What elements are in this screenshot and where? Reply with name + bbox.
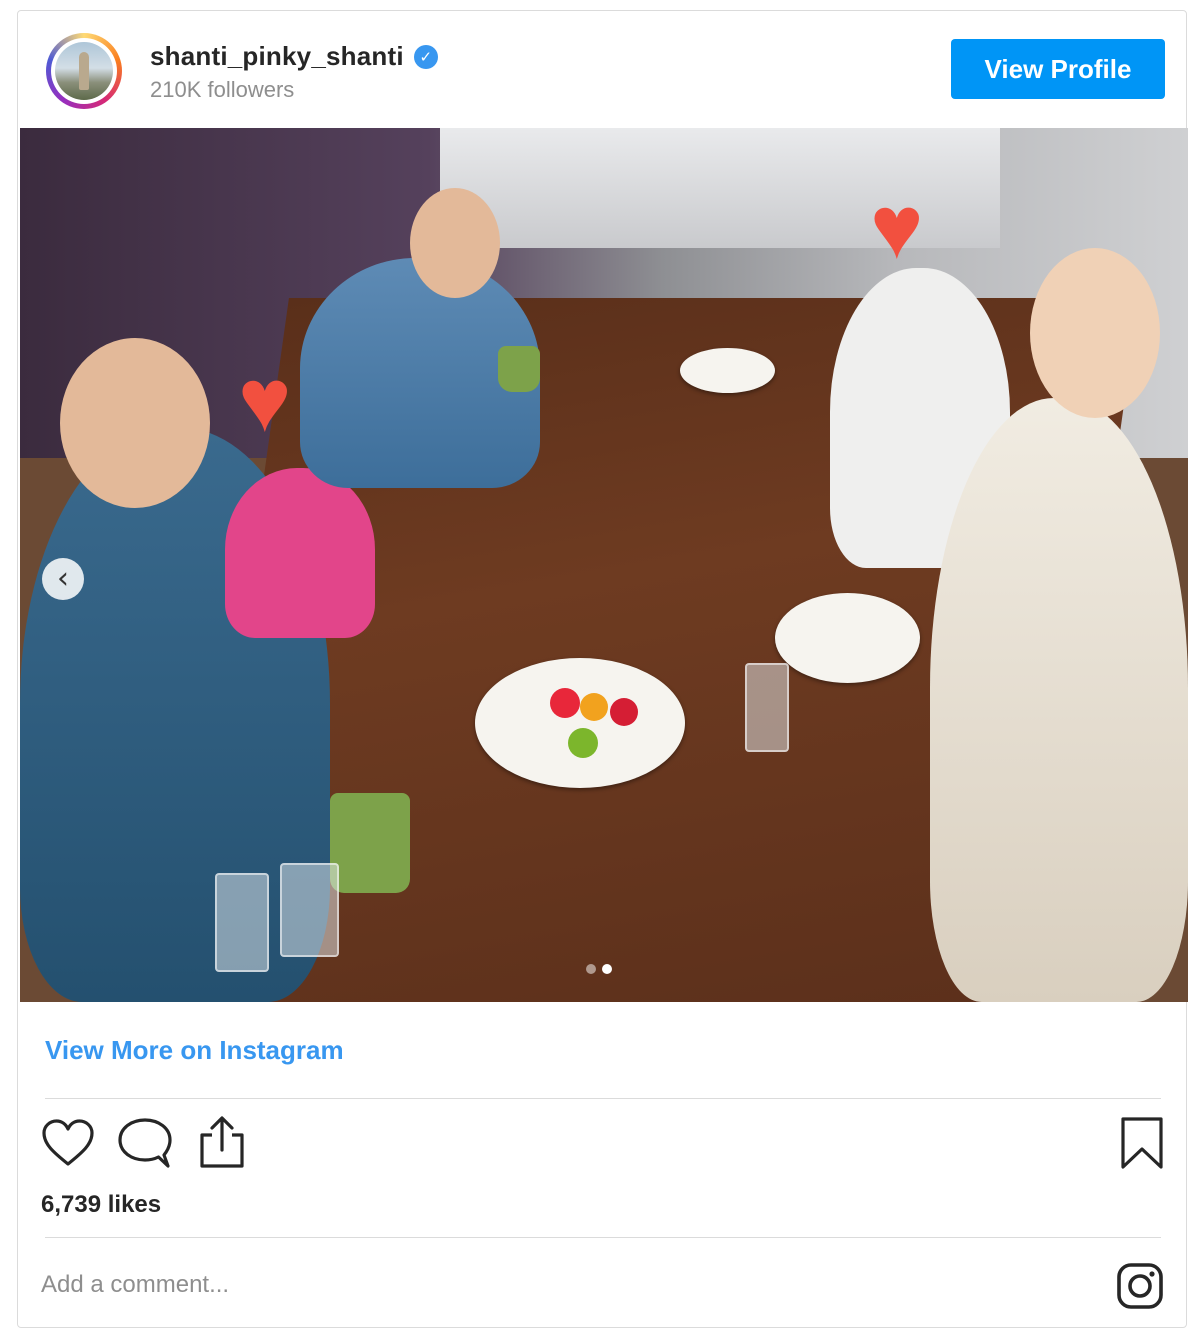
- view-profile-button[interactable]: View Profile: [951, 39, 1165, 99]
- fruit-plate: [475, 658, 685, 788]
- avatar-image: [55, 42, 113, 100]
- post-image[interactable]: ♥ ♥ ‹: [20, 128, 1188, 1002]
- heart-sticker: ♥: [238, 351, 292, 451]
- view-more-link[interactable]: View More on Instagram: [45, 1035, 344, 1066]
- water-glass: [215, 873, 269, 972]
- green-cup: [498, 346, 540, 392]
- carousel-dots: [586, 964, 612, 974]
- heart-icon[interactable]: [41, 1118, 95, 1168]
- share-icon[interactable]: [198, 1115, 246, 1169]
- like-count: 6,739 likes: [41, 1191, 162, 1218]
- carousel-prev-button[interactable]: ‹: [42, 558, 84, 600]
- water-glass: [280, 863, 339, 957]
- water-glass: [745, 663, 789, 752]
- divider: [45, 1098, 1161, 1099]
- carousel-dot: [586, 964, 596, 974]
- post-header: shanti_pinky_shanti ✓ 210K followers Vie…: [18, 11, 1186, 128]
- username[interactable]: shanti_pinky_shanti: [150, 41, 404, 72]
- instagram-icon[interactable]: [1116, 1262, 1164, 1310]
- bookmark-icon[interactable]: [1120, 1116, 1164, 1170]
- person-right: [930, 398, 1188, 1002]
- follower-count: 210K followers: [150, 77, 295, 102]
- small-plate: [680, 348, 775, 393]
- add-comment-input[interactable]: Add a comment...: [41, 1271, 229, 1299]
- heart-sticker: ♥: [870, 178, 924, 278]
- instagram-embed: shanti_pinky_shanti ✓ 210K followers Vie…: [17, 10, 1188, 1328]
- comment-icon[interactable]: [118, 1117, 172, 1169]
- green-cup: [330, 793, 410, 893]
- divider: [45, 1237, 1161, 1238]
- verified-badge-icon: ✓: [413, 44, 438, 69]
- person-child: [225, 468, 375, 638]
- avatar[interactable]: [46, 33, 122, 109]
- username-row: shanti_pinky_shanti ✓: [150, 41, 438, 72]
- side-plate: [775, 593, 920, 683]
- carousel-dot-active: [602, 964, 612, 974]
